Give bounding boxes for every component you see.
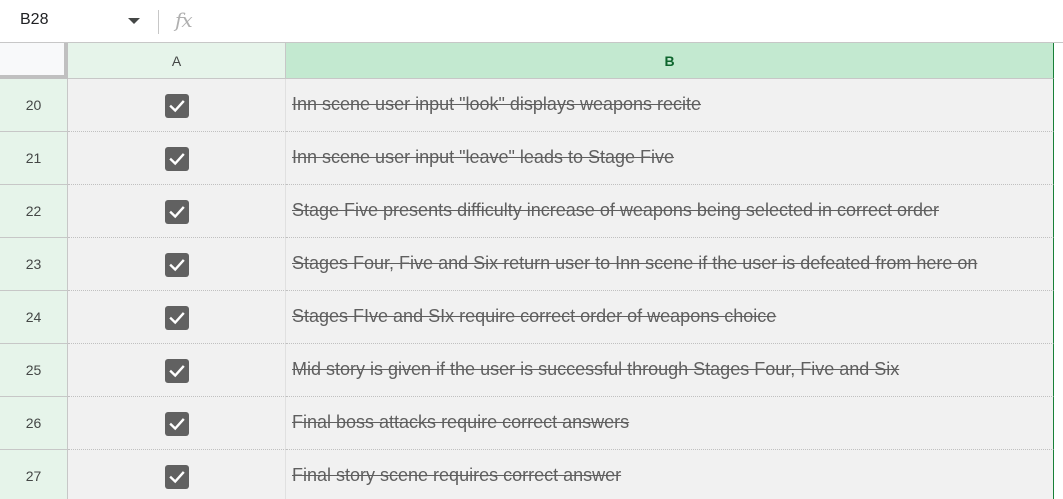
checkmark-icon xyxy=(169,418,185,431)
dropdown-arrow-icon[interactable] xyxy=(128,18,140,24)
task-text: Final boss attacks require correct answe… xyxy=(292,412,630,432)
task-text: Stage Five presents difficulty increase … xyxy=(292,200,940,220)
select-all-corner[interactable] xyxy=(0,43,68,79)
task-text: Mid story is given if the user is succes… xyxy=(292,359,900,379)
checkbox-checked[interactable] xyxy=(165,412,189,436)
row-header[interactable]: 21 xyxy=(0,132,68,185)
cell-b[interactable]: Final story scene requires correct answe… xyxy=(286,450,1054,499)
table-row: 22 Stage Five presents difficulty increas… xyxy=(0,185,1054,238)
cell-a[interactable] xyxy=(68,79,286,132)
column-header-a[interactable]: A xyxy=(68,43,286,79)
cell-b[interactable]: Inn scene user input "leave" leads to St… xyxy=(286,132,1054,185)
checkbox-checked[interactable] xyxy=(165,147,189,171)
checkmark-icon xyxy=(169,365,185,378)
task-text: Stages Four, Five and Six return user to… xyxy=(292,253,978,273)
cell-b[interactable]: Mid story is given if the user is succes… xyxy=(286,344,1054,397)
checkbox-checked[interactable] xyxy=(165,306,189,330)
cell-b[interactable]: Stages Four, Five and Six return user to… xyxy=(286,238,1054,291)
cell-b[interactable]: Stage Five presents difficulty increase … xyxy=(286,185,1054,238)
row-header[interactable]: 26 xyxy=(0,397,68,450)
cell-b[interactable]: Inn scene user input "look" displays wea… xyxy=(286,79,1054,132)
cell-reference: B28 xyxy=(20,11,49,28)
name-box[interactable]: B28 xyxy=(0,0,155,43)
checkbox-checked[interactable] xyxy=(165,200,189,224)
cell-a[interactable] xyxy=(68,185,286,238)
row-header[interactable]: 25 xyxy=(0,344,68,397)
cell-a[interactable] xyxy=(68,238,286,291)
checkmark-icon xyxy=(169,100,185,113)
formula-bar-divider xyxy=(158,10,159,34)
task-text: Stages FIve and SIx require correct orde… xyxy=(292,306,777,326)
row-header[interactable]: 23 xyxy=(0,238,68,291)
table-row: 21 Inn scene user input "leave" leads to … xyxy=(0,132,1054,185)
cell-a[interactable] xyxy=(68,397,286,450)
cell-b[interactable]: Final boss attacks require correct answe… xyxy=(286,397,1054,450)
table-row: 23 Stages Four, Five and Six return user … xyxy=(0,238,1054,291)
checkbox-checked[interactable] xyxy=(165,465,189,489)
task-text: Final story scene requires correct answe… xyxy=(292,465,622,485)
table-row: 20 Inn scene user input "look" displays w… xyxy=(0,79,1054,132)
checkbox-checked[interactable] xyxy=(165,253,189,277)
table-row: 27 Final story scene requires correct ans… xyxy=(0,450,1054,499)
checkbox-checked[interactable] xyxy=(165,94,189,118)
cell-a[interactable] xyxy=(68,344,286,397)
checkmark-icon xyxy=(169,153,185,166)
row-header[interactable]: 24 xyxy=(0,291,68,344)
cell-b[interactable]: Stages FIve and SIx require correct orde… xyxy=(286,291,1054,344)
checkbox-checked[interactable] xyxy=(165,359,189,383)
cell-a[interactable] xyxy=(68,450,286,499)
row-header[interactable]: 20 xyxy=(0,79,68,132)
row-header[interactable]: 22 xyxy=(0,185,68,238)
task-text: Inn scene user input "leave" leads to St… xyxy=(292,147,675,167)
row-header[interactable]: 27 xyxy=(0,450,68,499)
checkmark-icon xyxy=(169,471,185,484)
cell-a[interactable] xyxy=(68,291,286,344)
table-row: 24 Stages FIve and SIx require correct or… xyxy=(0,291,1054,344)
formula-bar: B28 fx xyxy=(0,0,1063,43)
task-text: Inn scene user input "look" displays wea… xyxy=(292,94,702,114)
table-row: 25 Mid story is given if the user is succ… xyxy=(0,344,1054,397)
checkmark-icon xyxy=(169,312,185,325)
fx-icon: fx xyxy=(175,8,193,32)
column-header-b[interactable]: B xyxy=(286,43,1054,79)
checkmark-icon xyxy=(169,259,185,272)
grid-right-margin xyxy=(1054,43,1063,499)
cell-a[interactable] xyxy=(68,132,286,185)
checkmark-icon xyxy=(169,206,185,219)
table-row: 26 Final boss attacks require correct ans… xyxy=(0,397,1054,450)
